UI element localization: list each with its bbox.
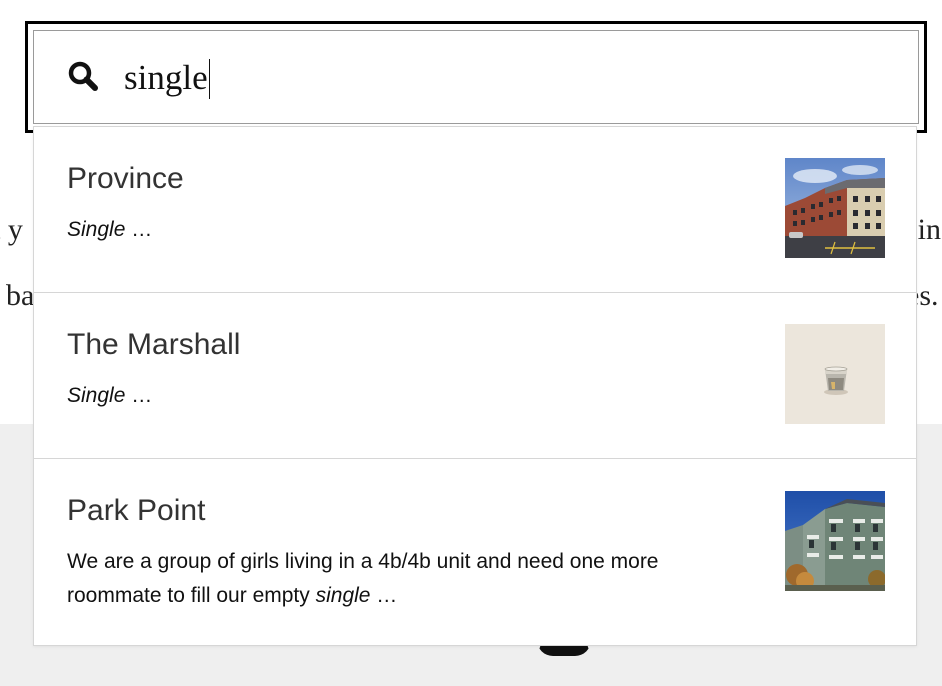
result-thumbnail [785,158,885,258]
result-thumbnail [785,491,885,591]
background-text-fragment: ba [6,279,35,312]
result-title: The Marshall [67,328,241,361]
text-caret [208,59,211,99]
search-query[interactable]: single [124,56,211,100]
result-thumbnail [785,324,885,424]
search-results-dropdown: Province Single … The Marshall Single … … [33,126,917,646]
search-result-item[interactable]: Province Single … [34,127,916,292]
search-result-item[interactable]: The Marshall Single … [34,292,916,458]
result-snippet: Single … [67,218,153,241]
result-title: Province [67,162,184,195]
search-input[interactable]: single [33,30,919,124]
result-title: Park Point [67,494,206,527]
background-text-fragment: t y [0,213,23,246]
result-snippet: Single … [67,384,153,407]
search-icon [65,58,101,94]
result-snippet: We are a group of girls living in a 4b/4… [67,550,659,607]
search-box[interactable]: single [25,21,927,133]
search-result-item[interactable]: Park Point We are a group of girls livin… [34,458,916,646]
